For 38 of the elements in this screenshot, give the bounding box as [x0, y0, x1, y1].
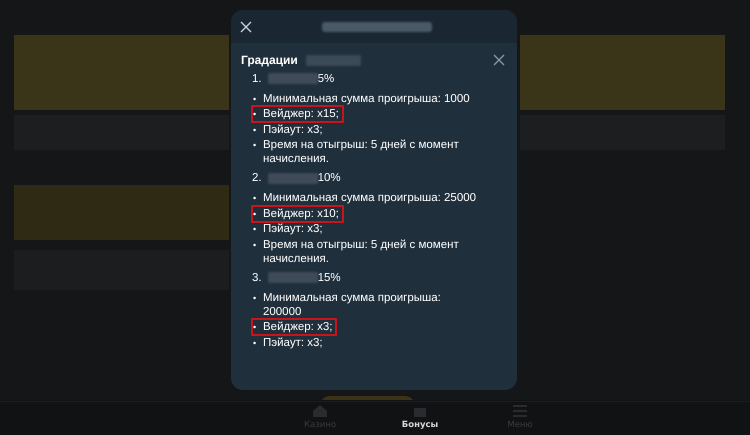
bullet: •: [253, 238, 258, 252]
list-number: 1.: [252, 72, 262, 84]
list-item: Пэйаут: x3;: [263, 122, 323, 136]
bullet: •: [253, 223, 258, 236]
blurred-text: [306, 54, 361, 66]
close-icon[interactable]: [240, 20, 252, 32]
bullet: •: [253, 321, 258, 334]
bullet: •: [253, 192, 258, 205]
blurred-text: [268, 272, 318, 283]
tier-percent: 10%: [318, 172, 341, 184]
list-number: 3.: [252, 272, 262, 284]
bullet: •: [253, 139, 258, 152]
nav-label[interactable]: Бонусы: [402, 420, 438, 430]
list-item: Минимальная сумма проигрыша: 1000: [263, 92, 470, 106]
card-title: Градации: [241, 53, 298, 67]
bullet: •: [253, 336, 258, 350]
tier-percent: 15%: [318, 272, 341, 284]
bullet: •: [253, 124, 258, 136]
bullet: •: [253, 92, 258, 106]
list-item: Минимальная сумма проигрыша: 200000: [263, 290, 442, 318]
bullet: •: [253, 208, 258, 220]
bullet: •: [253, 108, 258, 121]
blurred-text: [268, 172, 318, 184]
list-item: Вейджер: x10;: [263, 206, 339, 220]
list-item: Минимальная сумма проигрыша: 25000: [263, 191, 476, 205]
blurred-text: [268, 73, 318, 84]
list-item: Вейджер: x15;: [263, 107, 339, 121]
tier-percent: 5%: [318, 72, 334, 84]
list-item: Пэйаут: x3;: [263, 336, 323, 350]
bullet: •: [253, 292, 258, 304]
list-item: Вейджер: x3;: [263, 320, 332, 334]
menu-icon: [511, 402, 529, 420]
list-item: Время на отыгрыш: 5 дней с момент начисления.: [263, 238, 460, 266]
list-item: Время на отыгрыш: 5 дней с момент начисления.: [263, 138, 460, 166]
home-icon: [311, 402, 329, 420]
list-number: 2.: [252, 172, 262, 184]
list-item: Пэйаут: x3;: [263, 222, 323, 236]
close-icon[interactable]: [493, 54, 505, 66]
